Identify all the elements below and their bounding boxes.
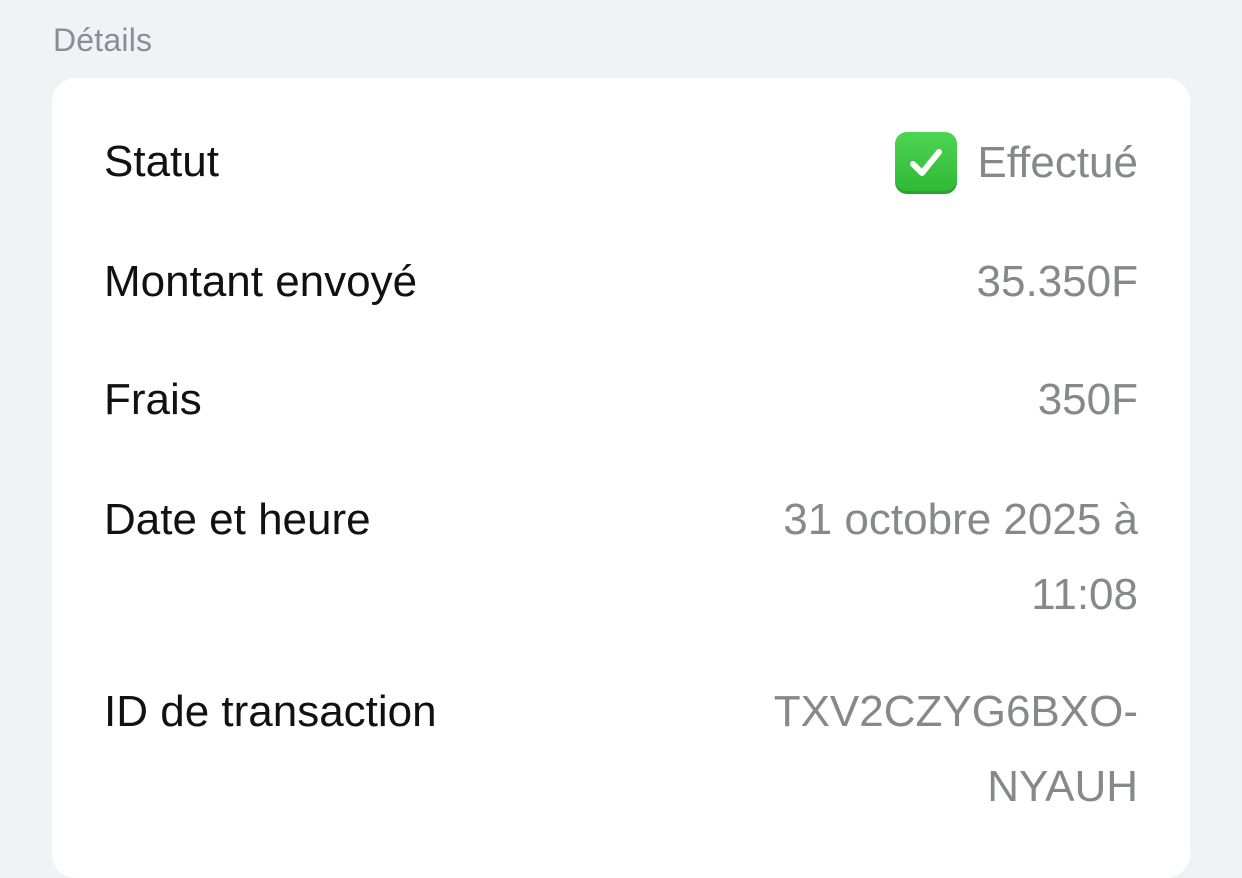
section-title: Détails xyxy=(53,22,153,58)
details-card: Statut Effectué Montant envoyé 35.350F F… xyxy=(52,78,1190,878)
detail-row-amount: Montant envoyé 35.350F xyxy=(104,252,1138,312)
check-box-icon xyxy=(895,132,958,194)
detail-row-transaction-id: ID de transaction TXV2CZYG6BXO- NYAUH xyxy=(104,682,1138,824)
detail-row-datetime: Date et heure 31 octobre 2025 à 11:08 xyxy=(104,490,1138,632)
transaction-id-value[interactable]: TXV2CZYG6BXO- NYAUH xyxy=(668,674,1138,824)
status-label: Statut xyxy=(104,137,219,186)
datetime-value-line1: 31 octobre 2025 à xyxy=(783,495,1138,544)
datetime-label: Date et heure xyxy=(104,495,371,544)
detail-row-status: Statut Effectué xyxy=(104,132,1138,194)
datetime-value-line2: 11:08 xyxy=(1031,570,1138,619)
transaction-id-value-line2: NYAUH xyxy=(987,762,1138,811)
amount-value: 35.350F xyxy=(976,257,1138,306)
transaction-id-label: ID de transaction xyxy=(104,687,437,736)
status-value: Effectué xyxy=(895,132,1138,194)
fees-label: Frais xyxy=(104,375,202,424)
transaction-id-value-line1: TXV2CZYG6BXO- xyxy=(773,687,1138,736)
fees-value: 350F xyxy=(1037,375,1138,424)
status-text: Effectué xyxy=(977,138,1138,187)
datetime-value: 31 octobre 2025 à 11:08 xyxy=(668,482,1138,632)
amount-label: Montant envoyé xyxy=(104,257,418,306)
detail-row-fees: Frais 350F xyxy=(104,370,1138,430)
